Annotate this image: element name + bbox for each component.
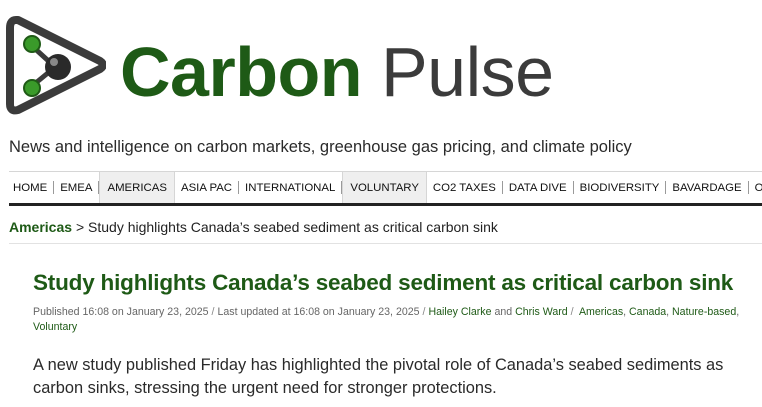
nav-item-americas[interactable]: AMERICAS bbox=[99, 172, 175, 203]
updated-date: Last updated at 16:08 on January 23, 202… bbox=[217, 306, 420, 318]
tag-link-canada[interactable]: Canada bbox=[629, 306, 666, 318]
nav-item-home[interactable]: HOME bbox=[9, 181, 55, 194]
breadcrumb-divider bbox=[9, 243, 762, 244]
nav-item-other[interactable]: OTHER C bbox=[749, 181, 762, 194]
author-link[interactable]: Hailey Clarke bbox=[428, 306, 491, 318]
site-logo[interactable]: Carbon Pulse bbox=[6, 10, 576, 120]
nav-item-emea[interactable]: EMEA bbox=[54, 181, 100, 194]
tag-link-nature-based[interactable]: Nature-based bbox=[672, 306, 736, 318]
nav-item-biodiversity[interactable]: BIODIVERSITY bbox=[574, 181, 667, 194]
author-join: and bbox=[494, 306, 513, 318]
author-link[interactable]: Chris Ward bbox=[515, 306, 568, 318]
brand-name-pulse: Pulse bbox=[380, 33, 554, 111]
tag-link-americas[interactable]: Americas bbox=[579, 306, 623, 318]
meta-separator: / bbox=[570, 306, 574, 318]
brand-name-carbon: Carbon bbox=[120, 33, 363, 111]
meta-separator: / bbox=[211, 306, 215, 318]
breadcrumb-section-link[interactable]: Americas bbox=[9, 219, 72, 235]
tag-link-voluntary[interactable]: Voluntary bbox=[33, 321, 77, 333]
meta-separator: / bbox=[422, 306, 426, 318]
nav-item-data-dive[interactable]: DATA DIVE bbox=[503, 181, 574, 194]
nav-item-co2-taxes[interactable]: CO2 TAXES bbox=[427, 181, 503, 194]
site-tagline: News and intelligence on carbon markets,… bbox=[9, 138, 632, 156]
breadcrumb: Americas > Study highlights Canada’s sea… bbox=[9, 219, 498, 235]
article-title: Study highlights Canada’s seabed sedimen… bbox=[33, 270, 734, 295]
breadcrumb-current: Study highlights Canada’s seabed sedimen… bbox=[88, 219, 498, 235]
published-date: Published 16:08 on January 23, 2025 bbox=[33, 306, 209, 318]
nav-item-bavardage[interactable]: BAVARDAGE bbox=[666, 181, 749, 194]
article-meta: Published 16:08 on January 23, 2025/Last… bbox=[33, 306, 740, 333]
brand-wordmark: Carbon Pulse bbox=[120, 32, 554, 112]
nav-item-international[interactable]: INTERNATIONAL bbox=[239, 181, 343, 194]
nav-item-voluntary[interactable]: VOLUNTARY bbox=[342, 172, 427, 203]
main-nav: HOME EMEA AMERICAS ASIA PAC INTERNATIONA… bbox=[9, 171, 762, 206]
carbon-pulse-logo-icon bbox=[6, 16, 106, 115]
article-lede: A new study published Friday has highlig… bbox=[33, 356, 724, 397]
breadcrumb-separator: > bbox=[75, 219, 85, 235]
nav-item-asia-pac[interactable]: ASIA PAC bbox=[175, 181, 240, 194]
